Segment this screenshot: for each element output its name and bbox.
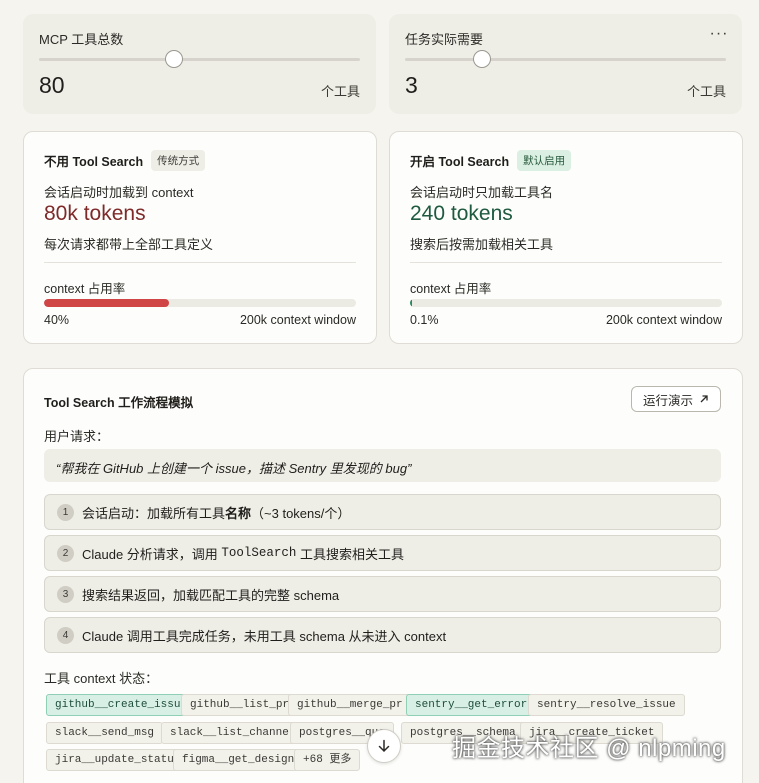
workflow-simulation-card: Tool Search 工作流程模拟 运行演示 用户请求： “帮我在 GitHu… xyxy=(23,368,743,783)
request-desc: 搜索后按需加载相关工具 xyxy=(410,237,554,252)
card-header: 开启 Tool Search 默认启用 xyxy=(410,150,572,171)
context-usage-bar xyxy=(410,299,722,307)
user-request-quote: “帮我在 GitHub 上创建一个 issue，描述 Sentry 里发现的 b… xyxy=(44,449,721,482)
card-title: 开启 Tool Search xyxy=(410,155,510,169)
context-usage-percent: 40% xyxy=(44,313,70,327)
tools-needed-card: 任务实际需要 ··· 3 个工具 xyxy=(389,14,742,114)
workflow-title: Tool Search 工作流程模拟 xyxy=(44,396,194,410)
tools-needed-slider-handle[interactable] xyxy=(473,50,492,68)
tools-total-slider-handle[interactable] xyxy=(164,50,183,68)
run-demo-label: 运行演示 xyxy=(642,393,693,408)
context-usage-bar xyxy=(44,299,356,307)
context-usage-fill xyxy=(44,299,169,307)
tool-chip: sentry__resolve_issue xyxy=(528,694,685,716)
tool-search-code: ToolSearch xyxy=(221,546,297,560)
card-title: 不用 Tool Search xyxy=(44,155,144,169)
step-text-pre: 会话启动：加载所有工具 xyxy=(82,505,226,521)
tool-chip: github__merge_pr xyxy=(288,694,412,716)
card-header: 不用 Tool Search 传统方式 xyxy=(44,150,206,171)
arrow-down-icon xyxy=(378,739,390,753)
without-tool-search-card: 不用 Tool Search 传统方式 会话启动时加载到 context 80k… xyxy=(23,131,377,344)
tools-needed-slider[interactable] xyxy=(405,50,726,68)
tool-chip: slack__send_msg xyxy=(46,722,164,744)
more-tools-chip[interactable]: +68 更多 xyxy=(294,749,361,771)
tools-total-unit: 个工具 xyxy=(320,84,360,99)
tool-chip: sentry__get_errors xyxy=(406,694,543,716)
step-number: 4 xyxy=(57,626,74,644)
tool-chip: slack__list_channels xyxy=(161,722,312,744)
step-text: Claude 调用工具完成任务，未用工具 schema 从未进入 context xyxy=(82,628,447,644)
scroll-down-button[interactable] xyxy=(367,729,401,763)
with-tool-search-card: 开启 Tool Search 默认启用 会话启动时只加载工具名 240 toke… xyxy=(389,131,743,344)
workflow-step-3: 3 搜索结果返回，加载匹配工具的完整 schema xyxy=(44,576,721,612)
tool-chip: github__create_issue xyxy=(46,694,197,716)
divider xyxy=(44,262,356,263)
request-desc: 每次请求都带上全部工具定义 xyxy=(44,237,214,252)
tools-total-label: MCP 工具总数 xyxy=(39,32,124,47)
tool-chip: jira__update_status xyxy=(46,749,190,771)
workflow-step-4: 4 Claude 调用工具完成任务，未用工具 schema 从未进入 conte… xyxy=(44,617,721,653)
tools-needed-unit: 个工具 xyxy=(686,84,726,99)
step-number: 3 xyxy=(57,585,74,603)
context-usage-percent: 0.1% xyxy=(410,313,439,327)
watermark: 掘金技术社区 @ nlpming xyxy=(452,735,726,762)
context-window-size: 200k context window xyxy=(605,313,722,327)
step-text-post: 工具搜索相关工具 xyxy=(296,546,405,562)
step-text-pre: Claude 分析请求，调用 xyxy=(82,546,222,562)
user-request-label: 用户请求： xyxy=(44,429,110,444)
token-count: 80k tokens xyxy=(44,202,146,225)
tools-total-slider[interactable] xyxy=(39,50,360,68)
step-text: 搜索结果返回，加载匹配工具的完整 schema xyxy=(82,587,340,603)
token-count: 240 tokens xyxy=(410,202,513,225)
default-enabled-badge: 默认启用 xyxy=(517,150,572,171)
step-number: 1 xyxy=(57,503,74,521)
tools-needed-value: 3 xyxy=(405,72,418,98)
divider xyxy=(410,262,722,263)
traditional-badge: 传统方式 xyxy=(151,150,206,171)
tool-chip: github__list_prs xyxy=(181,694,305,716)
workflow-step-2: 2 Claude 分析请求，调用 ToolSearch 工具搜索相关工具 xyxy=(44,535,721,571)
load-desc: 会话启动时只加载工具名 xyxy=(410,185,554,200)
context-usage-fill xyxy=(410,299,412,307)
tools-total-card: MCP 工具总数 80 个工具 xyxy=(23,14,376,114)
step-text-post: （~3 tokens/个） xyxy=(251,505,351,521)
step-text-bold: 名称 xyxy=(225,505,252,521)
arrow-up-right-icon xyxy=(700,395,708,403)
tool-context-state-label: 工具 context 状态： xyxy=(44,671,159,686)
tool-chip: figma__get_design xyxy=(173,749,304,771)
workflow-step-1: 1 会话启动：加载所有工具 名称 （~3 tokens/个） xyxy=(44,494,721,530)
tools-total-value: 80 xyxy=(39,72,65,98)
context-window-size: 200k context window xyxy=(239,313,356,327)
run-demo-button[interactable]: 运行演示 xyxy=(630,386,721,412)
tools-needed-label: 任务实际需要 xyxy=(405,32,484,47)
more-options-icon[interactable]: ··· xyxy=(704,26,734,48)
context-usage-label: context 占用率 xyxy=(410,282,492,296)
step-number: 2 xyxy=(57,544,74,562)
load-desc: 会话启动时加载到 context xyxy=(44,185,194,200)
context-usage-label: context 占用率 xyxy=(44,282,126,296)
